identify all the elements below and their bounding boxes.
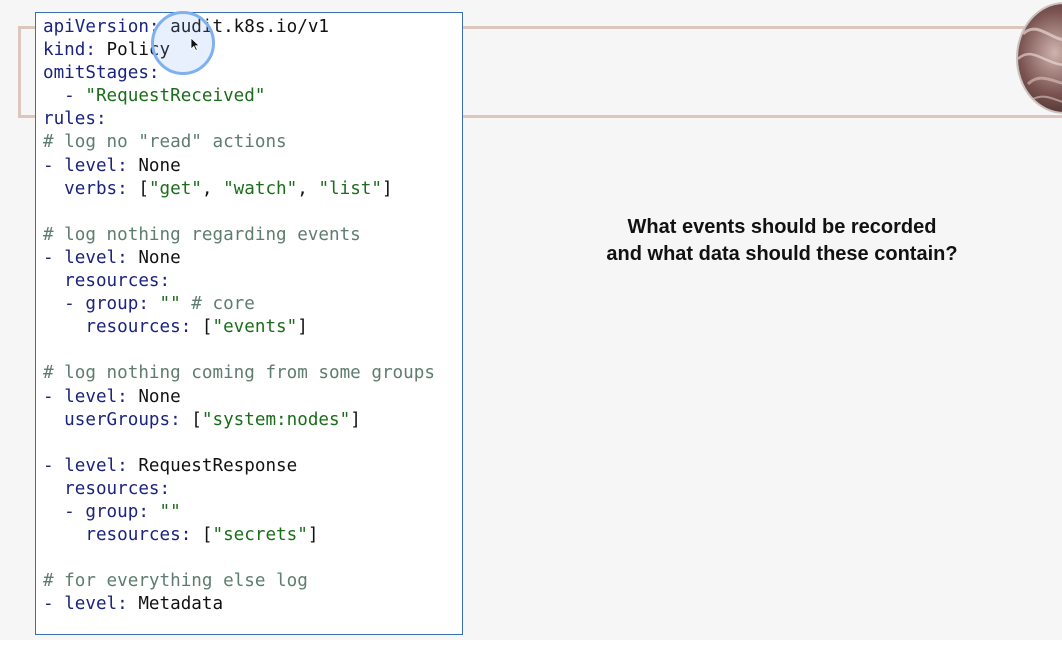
code-token: - [43,455,65,476]
code-line: - group: "" # core [43,293,435,316]
code-token: , [201,178,224,199]
cursor-highlight-ring [151,11,215,75]
code-line: resources: [43,270,435,293]
code-line: omitStages: [43,62,435,85]
code-token: [ [127,178,149,199]
code-token: - [43,247,65,268]
code-token: resources: [43,525,192,546]
code-token: level: [64,455,128,476]
presentation-slide: apiVersion: audit.k8s.io/v1 kind: Policy o… [0,0,1062,640]
code-line: - "RequestReceived" [43,85,435,108]
code-token: level: [64,155,128,176]
audit-policy-yaml: apiVersion: audit.k8s.io/v1 kind: Policy o… [43,16,435,616]
code-token: # log no "read" actions [43,132,287,153]
code-line: verbs: ["get", "watch", "list"] [43,178,435,201]
code-token: verbs: [43,178,128,199]
code-token: ] [350,409,361,430]
code-token: ] [307,525,319,546]
code-line: resources: [43,478,435,501]
code-token: - [43,386,65,407]
code-token: level: [64,386,128,407]
code-token: group: [85,501,149,522]
code-token: ] [382,178,393,199]
code-token: userGroups: [43,409,181,430]
code-token: rules: [43,109,107,130]
code-token: resources: [43,317,192,338]
code-line: - level: Metadata [43,593,435,616]
code-token: - [43,594,65,615]
code-line: # for everything else log [43,570,435,593]
code-token: apiVersion: [43,17,160,37]
code-line: kind: Policy [43,39,435,62]
code-token: group: [85,294,149,315]
code-token: "system:nodes" [201,409,351,430]
code-token: # log nothing coming from some groups [43,363,435,384]
code-token: - [43,155,65,176]
code-token: "" [159,294,181,315]
code-token: [ [180,409,202,430]
code-token: ] [297,317,308,338]
code-token: omitStages: [43,63,160,84]
code-token: - [43,294,86,315]
code-line: # log nothing coming from some groups [43,362,435,385]
code-token: level: [64,594,128,615]
code-token: [ [191,525,213,546]
code-line: # log nothing regarding events [43,224,435,247]
code-token: kind: [43,40,96,61]
code-token: "watch" [223,178,298,199]
code-token: - [43,86,86,107]
code-token: None [127,155,181,176]
code-token: resources: [43,478,171,499]
bottom-band [0,640,1062,647]
code-token: RequestResponse [127,455,298,476]
code-line: rules: [43,108,435,131]
code-token: - [43,501,86,522]
code-token: level: [64,247,128,268]
slide-question: What events should be recorded and what … [566,214,998,267]
code-line: - group: "" [43,501,435,524]
question-line-2: and what data should these contain? [606,242,958,265]
code-token: "events" [212,317,298,338]
code-token: resources: [43,271,171,292]
code-line: - level: RequestResponse [43,455,435,478]
code-line: resources: ["events"] [43,316,435,339]
code-line: - level: None [43,155,435,178]
code-token: None [127,386,181,407]
code-token: "get" [148,178,202,199]
code-line: - level: None [43,247,435,270]
code-line: - level: None [43,386,435,409]
code-token: # log nothing regarding events [43,224,361,245]
code-token: "RequestReceived" [85,86,266,107]
code-line: # log no "read" actions [43,131,435,154]
code-panel: apiVersion: audit.k8s.io/v1 kind: Policy o… [35,12,463,635]
code-token: "" [159,501,181,522]
code-token: None [127,247,181,268]
code-token: "list" [318,178,382,199]
cursor-arrow-icon [190,37,200,51]
code-line: resources: ["secrets"] [43,524,435,547]
code-token: # core [180,294,255,315]
code-token: , [297,178,319,199]
code-line: userGroups: ["system:nodes"] [43,409,435,432]
question-line-1: What events should be recorded [627,216,937,238]
code-token: "secrets" [212,525,308,546]
code-token: Metadata [127,594,224,615]
code-token: # for everything else log [43,571,308,592]
code-token: [ [191,317,213,338]
code-line: apiVersion: audit.k8s.io/v1 [43,16,435,39]
